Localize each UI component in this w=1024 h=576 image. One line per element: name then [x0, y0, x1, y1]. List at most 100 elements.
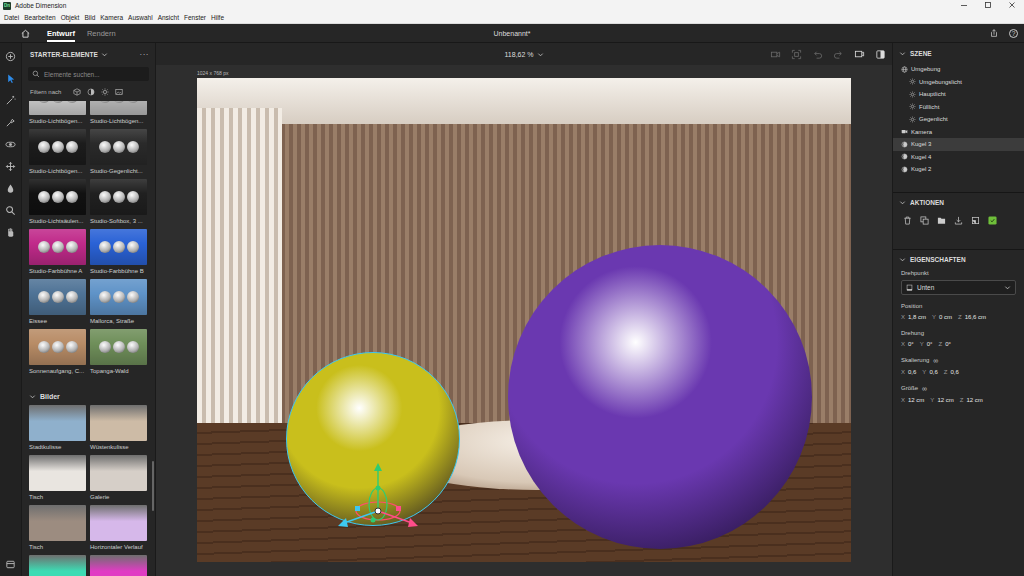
chevron-down-icon[interactable]: [29, 393, 36, 400]
scene-item[interactable]: Umgebungslicht: [893, 76, 1024, 89]
actions-header[interactable]: AKTIONEN: [893, 193, 1024, 213]
scene-item[interactable]: Kamera: [893, 126, 1024, 139]
asset-item[interactable]: Stadtkulisse: [29, 405, 86, 455]
scene-item[interactable]: Gegenlicht: [893, 113, 1024, 126]
model-filter-icon[interactable]: [73, 88, 81, 96]
menu-item[interactable]: Auswahl: [128, 14, 153, 21]
sphere-object[interactable]: [508, 245, 812, 549]
chevron-down-icon[interactable]: [899, 199, 906, 206]
menu-item[interactable]: Ansicht: [158, 14, 179, 21]
asset-item[interactable]: Studio-Lichtbögen...: [29, 129, 86, 179]
scene-item[interactable]: Umgebung: [893, 63, 1024, 76]
image-filter-icon[interactable]: [115, 88, 123, 96]
tool-button[interactable]: [3, 225, 19, 240]
asset-item[interactable]: [29, 555, 86, 576]
scene-item[interactable]: Fülllicht: [893, 101, 1024, 114]
maximize-icon[interactable]: [976, 0, 1000, 11]
zoom-icon[interactable]: [5, 205, 16, 216]
axis-field[interactable]: X12 cm: [901, 397, 924, 403]
axis-field[interactable]: Y12 cm: [930, 397, 953, 403]
mode-tab[interactable]: Rendern: [87, 24, 116, 42]
asset-item[interactable]: Wüstenkulisse: [90, 405, 147, 455]
undo-icon[interactable]: [812, 49, 823, 60]
align-icon[interactable]: [971, 216, 980, 225]
menu-item[interactable]: Kamera: [100, 14, 123, 21]
asset-item[interactable]: Tisch: [29, 505, 86, 555]
axis-field[interactable]: X0°: [901, 341, 914, 347]
mode-tab[interactable]: Entwurf: [47, 24, 75, 42]
asset-item[interactable]: Sonnenaufgang, C...: [29, 329, 86, 379]
asset-item[interactable]: Studio-Softbox, 3 ...: [90, 179, 147, 229]
chevron-down-icon[interactable]: [537, 51, 544, 58]
asset-item[interactable]: Studio-Farbbühne A: [29, 229, 86, 279]
link-proportions-icon[interactable]: ∞: [933, 357, 938, 364]
menu-item[interactable]: Bild: [84, 14, 95, 21]
menu-item[interactable]: Bearbeiten: [24, 14, 55, 21]
chevron-down-icon[interactable]: [899, 256, 906, 263]
tool-button[interactable]: [3, 49, 19, 64]
tool-button[interactable]: [3, 115, 19, 130]
menu-item[interactable]: Hilfe: [211, 14, 224, 21]
asset-item[interactable]: Studio-Lichtbögen...: [29, 101, 86, 129]
panel-icon[interactable]: [875, 49, 886, 60]
tool-button[interactable]: [3, 137, 19, 152]
asset-item[interactable]: Eissee: [29, 279, 86, 329]
menu-item[interactable]: Fenster: [184, 14, 206, 21]
layers-icon[interactable]: [5, 559, 16, 570]
wand-icon[interactable]: [5, 95, 16, 106]
asset-item[interactable]: Studio-Lichtbögen...: [90, 101, 147, 129]
asset-item[interactable]: Topanga-Wald: [90, 329, 147, 379]
delete-icon[interactable]: [903, 216, 912, 225]
asset-item[interactable]: Horizontaler Verlauf: [90, 505, 147, 555]
axis-field[interactable]: X1,8 cm: [901, 314, 926, 320]
axis-field[interactable]: Z16,6 cm: [958, 314, 986, 320]
asset-item[interactable]: Studio-Lichtsäulen...: [29, 179, 86, 229]
images-group-header[interactable]: Bilder: [29, 387, 147, 405]
axis-field[interactable]: Y0,6: [922, 369, 937, 375]
zoom-control[interactable]: 118,62 %: [504, 51, 543, 58]
tool-button[interactable]: [3, 159, 19, 174]
assets-title[interactable]: STARTER-ELEMENTE: [30, 51, 98, 58]
scene-item[interactable]: Kugel 2: [893, 163, 1024, 176]
light-filter-icon[interactable]: [101, 88, 109, 96]
more-button[interactable]: ···: [140, 50, 150, 59]
axis-field[interactable]: Y0 cm: [932, 314, 952, 320]
paint-icon[interactable]: [5, 117, 16, 128]
axis-field[interactable]: Z12 cm: [960, 397, 983, 403]
chevron-down-icon[interactable]: [899, 50, 906, 57]
chevron-down-icon[interactable]: [1004, 284, 1011, 291]
hand-icon[interactable]: [5, 227, 16, 238]
material-filter-icon[interactable]: [87, 88, 95, 96]
chevron-down-icon[interactable]: [101, 51, 108, 58]
axis-field[interactable]: X0,6: [901, 369, 916, 375]
home-icon[interactable]: [20, 28, 31, 39]
render-canvas[interactable]: [197, 78, 851, 562]
asset-item[interactable]: Studio-Gegenlicht...: [90, 129, 147, 179]
pan-icon[interactable]: [5, 161, 16, 172]
tool-button[interactable]: [3, 557, 19, 572]
bookmark-icon[interactable]: [854, 49, 865, 60]
menu-item[interactable]: Objekt: [61, 14, 80, 21]
share-icon[interactable]: [989, 28, 999, 38]
frame-icon[interactable]: [791, 49, 802, 60]
transform-gizmo-icon[interactable]: [328, 456, 428, 536]
group-icon[interactable]: [937, 216, 946, 225]
duplicate-icon[interactable]: [920, 216, 929, 225]
camera-icon[interactable]: [770, 49, 781, 60]
minimize-icon[interactable]: [952, 0, 976, 11]
export-icon[interactable]: [954, 216, 963, 225]
tool-button[interactable]: [3, 93, 19, 108]
help-icon[interactable]: ?: [1009, 29, 1018, 38]
pivot-dropdown[interactable]: Unten: [901, 280, 1016, 295]
add-icon[interactable]: [5, 51, 16, 62]
axis-field[interactable]: Y0°: [920, 341, 933, 347]
axis-field[interactable]: Z0°: [939, 341, 951, 347]
tool-button[interactable]: [3, 181, 19, 196]
tool-button[interactable]: [3, 203, 19, 218]
orbit-icon[interactable]: [5, 139, 16, 150]
scene-header[interactable]: SZENE: [893, 43, 1024, 63]
asset-item[interactable]: Mallorca, Straße: [90, 279, 147, 329]
sphere-object[interactable]: [286, 352, 460, 526]
publish-icon[interactable]: [988, 216, 997, 225]
asset-item[interactable]: Tisch: [29, 455, 86, 505]
